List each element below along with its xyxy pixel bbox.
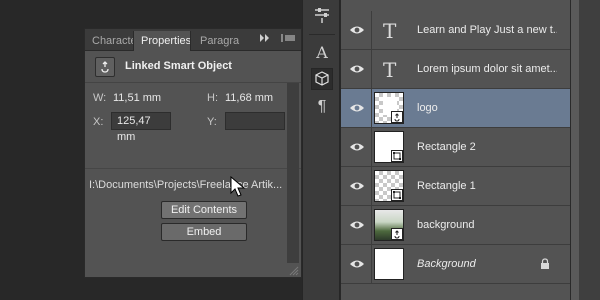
layer-row[interactable]: Rectangle 2 — [341, 128, 570, 167]
properties-panel: Characte Properties Paragra Linked Smart… — [84, 28, 302, 278]
expand-panels-icon[interactable] — [259, 33, 273, 47]
smart-object-link-icon — [95, 57, 115, 77]
layer-name[interactable]: Rectangle 2 — [417, 141, 557, 153]
layer-thumbnail — [374, 170, 404, 202]
mouse-pointer-icon — [230, 175, 246, 198]
properties-scrollbar[interactable] — [287, 83, 299, 263]
eye-icon[interactable] — [349, 218, 365, 232]
eye-icon[interactable] — [349, 257, 365, 271]
eye-icon[interactable] — [349, 140, 365, 154]
layer-name[interactable]: Learn and Play Just a new t... — [417, 24, 557, 36]
layer-name[interactable]: background — [417, 219, 557, 231]
layer-row[interactable]: background — [341, 206, 570, 245]
tab-character[interactable]: Characte — [85, 31, 133, 51]
height-label: H: — [207, 92, 218, 104]
edit-contents-button[interactable]: Edit Contents — [161, 201, 247, 219]
layer-row[interactable]: T Lorem ipsum dolor sit amet... — [341, 50, 570, 89]
panel-tabs: Characte Properties Paragra — [85, 29, 301, 51]
layer-thumbnail — [374, 92, 404, 124]
smart-object-badge-icon — [391, 111, 403, 123]
layer-name[interactable]: logo — [417, 102, 557, 114]
eye-icon[interactable] — [349, 179, 365, 193]
embed-button[interactable]: Embed — [161, 223, 247, 241]
layers-panel: T Learn and Play Just a new t... T Lorem… — [341, 0, 570, 300]
object-type-title: Linked Smart Object — [125, 60, 232, 72]
smart-object-badge-icon — [391, 228, 403, 240]
3d-cube-icon[interactable] — [311, 68, 333, 90]
paragraph-icon[interactable]: ¶ — [311, 96, 333, 118]
character-icon[interactable]: A — [311, 42, 333, 64]
eye-icon[interactable] — [349, 101, 365, 115]
lock-icon[interactable] — [539, 258, 551, 270]
tab-paragraph[interactable]: Paragra — [193, 31, 243, 51]
layer-row[interactable]: Rectangle 1 — [341, 167, 570, 206]
layer-thumbnail — [374, 248, 404, 280]
width-value[interactable]: 11,51 mm — [113, 92, 161, 104]
strip-divider — [309, 34, 335, 35]
text-layer-icon: T — [383, 58, 397, 82]
scrollbar-thumb[interactable] — [571, 0, 579, 300]
layers-scrollbar[interactable] — [570, 0, 600, 300]
eye-icon[interactable] — [349, 62, 365, 76]
width-label: W: — [93, 92, 107, 104]
panel-icon-strip: A ¶ — [302, 0, 340, 300]
panel-menu-icon[interactable] — [281, 33, 297, 47]
shape-layer-badge-icon — [391, 150, 403, 162]
layer-name[interactable]: Lorem ipsum dolor sit amet... — [417, 63, 557, 75]
layer-row[interactable]: Background — [341, 245, 570, 284]
linked-file-path: I:\Documents\Projects\Freelance Artik... — [89, 179, 283, 191]
layer-name[interactable]: Rectangle 1 — [417, 180, 557, 192]
adjustments-sliders-icon[interactable] — [311, 4, 333, 26]
section-divider — [85, 168, 301, 169]
layer-name[interactable]: Background — [417, 258, 557, 270]
x-label: X: — [93, 116, 104, 128]
eye-icon[interactable] — [349, 23, 365, 37]
layer-thumbnail — [374, 131, 404, 163]
y-label: Y: — [207, 116, 217, 128]
shape-layer-badge-icon — [391, 189, 403, 201]
layer-row-selected[interactable]: logo — [341, 89, 570, 128]
properties-header: Linked Smart Object — [85, 51, 301, 83]
layer-thumbnail — [374, 209, 404, 241]
layer-row[interactable]: T Learn and Play Just a new t... — [341, 11, 570, 50]
height-value[interactable]: 11,68 mm — [225, 92, 273, 104]
y-position-field[interactable] — [225, 112, 285, 130]
x-position-field[interactable]: 125,47 mm — [111, 112, 171, 143]
resize-grip-icon[interactable] — [289, 266, 299, 276]
text-layer-icon: T — [383, 19, 397, 43]
tab-properties[interactable]: Properties — [133, 31, 191, 51]
